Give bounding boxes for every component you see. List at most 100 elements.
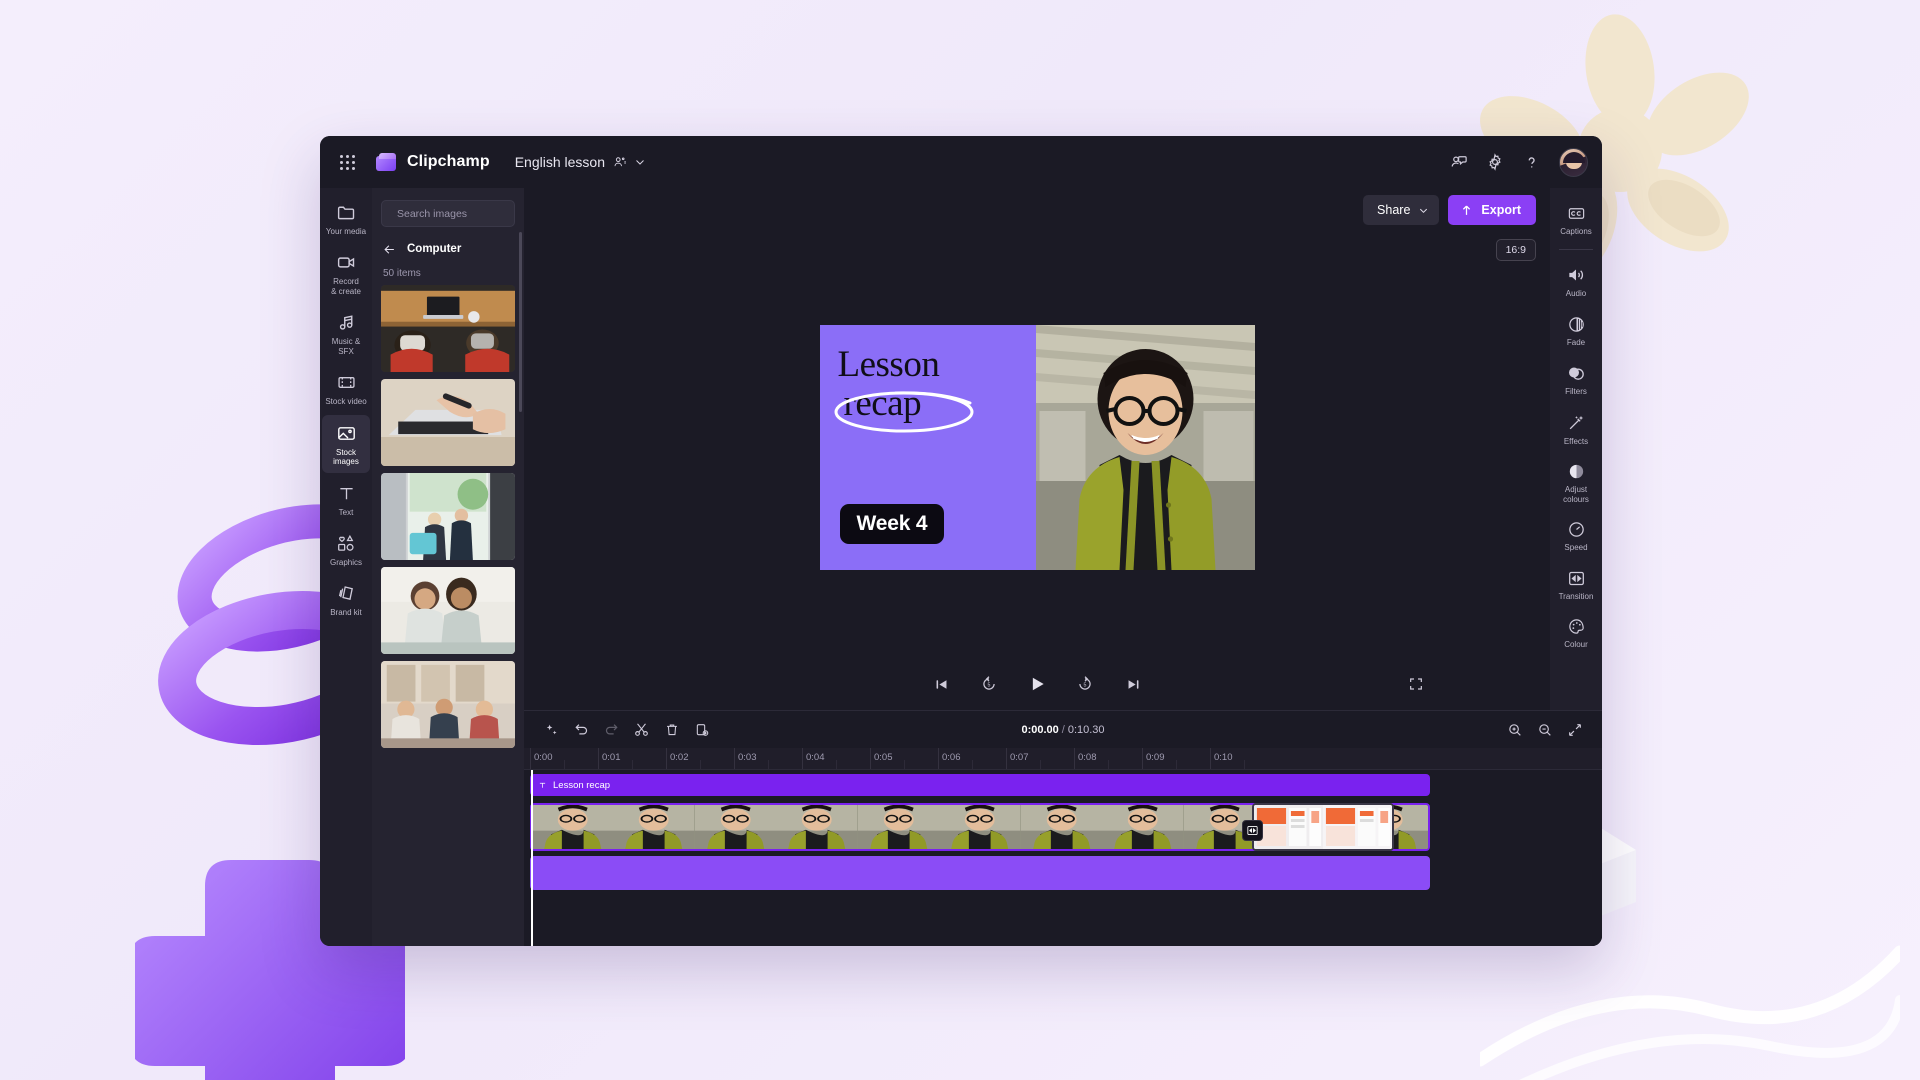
- sidebar-item-brand-kit[interactable]: Brand kit: [322, 575, 370, 623]
- search-input-wrapper[interactable]: [381, 200, 532, 227]
- timeline-document-clip[interactable]: [1252, 803, 1394, 851]
- thumbnail-item[interactable]: [381, 285, 515, 372]
- week-badge-label: Week 4: [856, 511, 928, 535]
- export-label: Export: [1481, 203, 1521, 217]
- search-input[interactable]: [397, 207, 532, 220]
- people-icon[interactable]: [613, 155, 627, 169]
- timeline-tracks: Lesson recap: [524, 770, 1602, 946]
- category-header[interactable]: Computer: [372, 237, 524, 261]
- ruler-label: 0:06: [942, 752, 961, 763]
- video-preview-canvas[interactable]: Lesson recap Week 4: [819, 324, 1255, 570]
- sidebar-item-transition[interactable]: Transition: [1552, 561, 1600, 607]
- sidebar-item-your-media[interactable]: Your media: [322, 194, 370, 242]
- panel-scrollbar[interactable]: [519, 232, 522, 412]
- preview-title-panel: Lesson recap Week 4: [819, 324, 1036, 570]
- share-button[interactable]: Share: [1363, 195, 1440, 225]
- ruler-label: 0:02: [670, 752, 689, 763]
- magic-wand-icon: [1566, 413, 1586, 433]
- category-name: Computer: [407, 243, 462, 255]
- film-strip-icon: [336, 372, 357, 393]
- auto-compose-button[interactable]: [538, 716, 565, 743]
- timeline-ruler[interactable]: 0:00 0:01 0:02 0:03 0:04 0:05 0:06 0:07: [524, 748, 1602, 770]
- preview-title: Lesson recap: [834, 345, 1018, 433]
- redo-button[interactable]: [598, 716, 625, 743]
- delete-button[interactable]: [658, 716, 685, 743]
- sidebar-item-label: Graphics: [329, 557, 362, 567]
- sidebar-item-colour[interactable]: Colour: [1552, 609, 1600, 655]
- stock-images-panel: Computer 50 items: [372, 188, 532, 946]
- thumbnail-item[interactable]: [381, 473, 515, 560]
- app-header: Clipchamp English lesson: [320, 136, 1602, 188]
- feedback-icon[interactable]: [1443, 146, 1475, 178]
- skip-to-end-button[interactable]: [1119, 670, 1147, 698]
- sidebar-item-label: Brand kit: [330, 608, 362, 618]
- help-icon[interactable]: [1515, 146, 1547, 178]
- sidebar-item-label: Speed: [1564, 543, 1588, 553]
- preview-stage: Share Export 16:9 Lesson recap Week 4 5 …: [524, 188, 1550, 710]
- sidebar-item-label: Your media: [325, 227, 367, 236]
- brand-name: Clipchamp: [407, 153, 490, 170]
- sidebar-item-text[interactable]: Text: [322, 475, 370, 523]
- project-name[interactable]: English lesson: [515, 154, 605, 170]
- fullscreen-icon[interactable]: [1402, 670, 1430, 698]
- undo-button[interactable]: [568, 716, 595, 743]
- svg-text:5: 5: [1084, 682, 1087, 688]
- gear-icon[interactable]: [1479, 146, 1511, 178]
- avatar[interactable]: [1559, 147, 1588, 177]
- sidebar-item-fade[interactable]: Fade: [1552, 307, 1600, 353]
- forward-5s-button[interactable]: 5: [1071, 670, 1099, 698]
- editor-top: Share Export 16:9 Lesson recap Week 4 5 …: [524, 188, 1602, 710]
- sidebar-item-adjust-colours[interactable]: Adjust colours: [1552, 454, 1600, 510]
- ruler-label: 0:09: [1146, 752, 1165, 763]
- contrast-icon: [1567, 462, 1586, 481]
- sidebar-item-music-sfx[interactable]: Music & SFX: [322, 304, 370, 362]
- sidebar-item-captions[interactable]: Captions: [1552, 196, 1600, 242]
- text-icon: [336, 483, 357, 504]
- chevron-down-icon[interactable]: [634, 156, 646, 168]
- thumbnail-item[interactable]: [381, 567, 515, 654]
- split-button[interactable]: [628, 716, 655, 743]
- ruler-label: 0:07: [1010, 752, 1029, 763]
- app-launcher-icon[interactable]: [330, 145, 364, 179]
- play-button[interactable]: [1023, 670, 1051, 698]
- clip-label: Lesson recap: [553, 779, 611, 791]
- sidebar-item-speed[interactable]: Speed: [1552, 512, 1600, 558]
- zoom-out-button[interactable]: [1531, 716, 1558, 743]
- rewind-5s-button[interactable]: 5: [975, 670, 1003, 698]
- timeline-text-clip[interactable]: Lesson recap: [530, 774, 1430, 796]
- sidebar-item-filters[interactable]: Filters: [1552, 355, 1600, 402]
- thumbnail-item[interactable]: [381, 379, 515, 466]
- sidebar-item-stock-video[interactable]: Stock video: [322, 364, 370, 412]
- playhead[interactable]: [531, 770, 533, 946]
- clipchamp-app-window: Clipchamp English lesson Your media Reco…: [320, 136, 1602, 946]
- timecode-separator: /: [1061, 723, 1065, 736]
- timeline: 0:00.00/0:10.30 0:00 0:01 0:02 0:03 0:04…: [524, 710, 1602, 946]
- speaker-icon: [1566, 265, 1586, 285]
- skip-to-start-button[interactable]: [927, 670, 955, 698]
- export-button[interactable]: Export: [1448, 195, 1536, 225]
- sidebar-item-label: Text: [338, 507, 354, 517]
- arrow-left-icon[interactable]: [382, 242, 397, 257]
- app-body: Your media Record & create Music & SFX S…: [320, 188, 1602, 946]
- timeline-transition-marker[interactable]: [1242, 820, 1263, 841]
- sidebar-item-graphics[interactable]: Graphics: [322, 525, 370, 573]
- sidebar-item-label: Stock images: [333, 447, 359, 467]
- sidebar-item-stock-images[interactable]: Stock images: [322, 414, 370, 473]
- timeline-overlay-clip[interactable]: [530, 856, 1430, 890]
- sidebar-item-effects[interactable]: Effects: [1552, 405, 1600, 452]
- right-sidebar: Captions Audio Fade Filters Effects Adju…: [1550, 188, 1602, 710]
- aspect-ratio-badge[interactable]: 16:9: [1495, 239, 1536, 261]
- captions-icon: [1567, 204, 1586, 223]
- fit-to-screen-button[interactable]: [1561, 716, 1588, 743]
- ruler-label: 0:00: [534, 752, 553, 763]
- aspect-ratio-value: 16:9: [1505, 244, 1526, 256]
- palette-icon: [1567, 617, 1586, 636]
- sidebar-item-label: Stock video: [325, 397, 367, 407]
- ruler-label: 0:08: [1078, 752, 1097, 763]
- thumbnail-item[interactable]: [381, 661, 515, 748]
- image-icon: [336, 423, 357, 444]
- zoom-in-button[interactable]: [1501, 716, 1528, 743]
- duplicate-button[interactable]: [688, 716, 715, 743]
- sidebar-item-audio[interactable]: Audio: [1552, 257, 1600, 304]
- sidebar-item-record-create[interactable]: Record & create: [322, 244, 370, 302]
